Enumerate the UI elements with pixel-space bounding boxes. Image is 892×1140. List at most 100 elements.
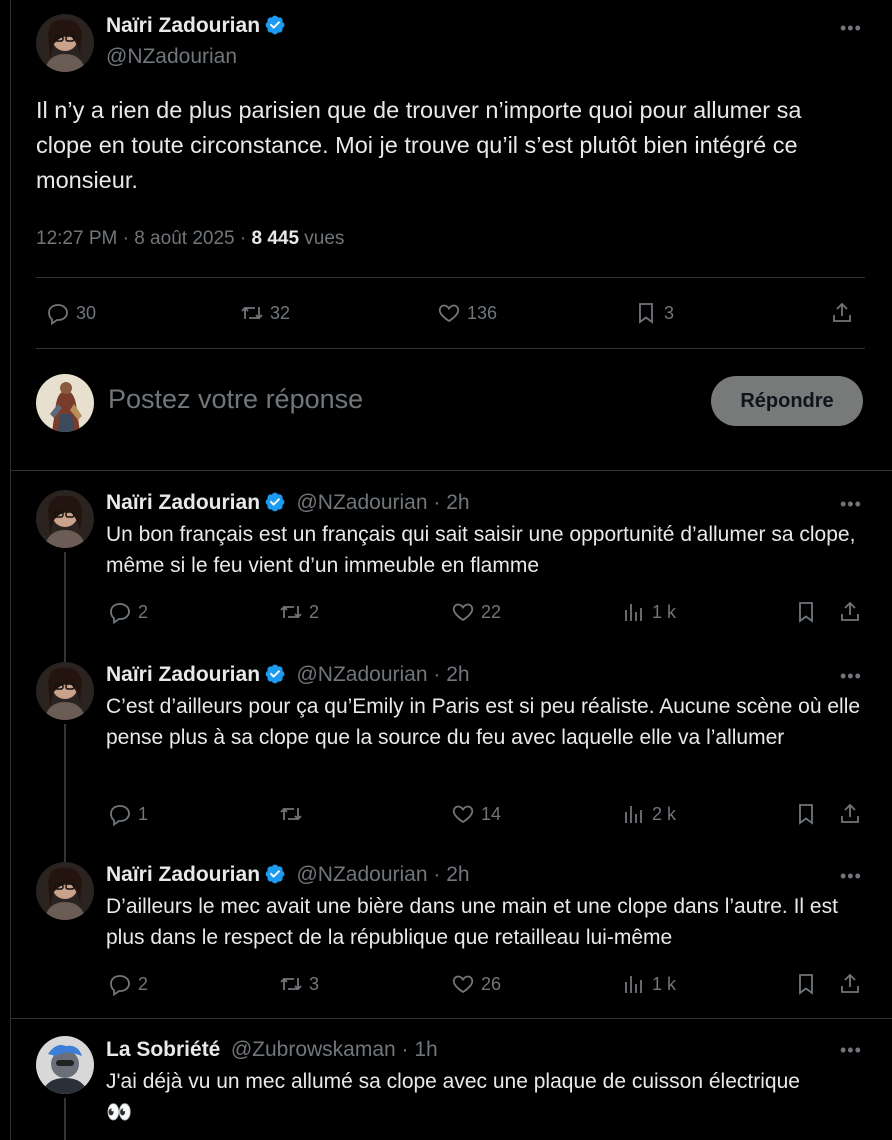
share-icon bbox=[841, 601, 859, 621]
verified-icon bbox=[265, 864, 285, 884]
like-icon bbox=[452, 805, 474, 824]
bookmark-button[interactable] bbox=[794, 600, 824, 624]
reply-header: La Sobriété @Zubrowskaman · 1h bbox=[106, 1038, 438, 1062]
like-count: 22 bbox=[481, 601, 502, 622]
reply-icon bbox=[110, 603, 130, 624]
tweet-time[interactable]: 12:27 PM · 8 août 2025 · bbox=[36, 228, 251, 249]
reply-header: Naïri Zadourian @NZadourian · 2h bbox=[106, 491, 470, 515]
author-name[interactable]: La Sobriété bbox=[106, 1038, 220, 1061]
share-button[interactable] bbox=[838, 802, 868, 826]
reply-text: J'ai déjà vu un mec allumé sa clope avec… bbox=[106, 1066, 866, 1128]
author-handle[interactable]: @Zubrowskaman · 1h bbox=[231, 1038, 438, 1061]
avatar[interactable] bbox=[36, 490, 94, 548]
retweet-icon bbox=[241, 306, 263, 320]
bookmark-count: 3 bbox=[664, 302, 675, 323]
author-handle[interactable]: @NZadourian · 2h bbox=[296, 663, 469, 686]
thread-line bbox=[64, 1098, 66, 1140]
views-count: 8 445 bbox=[251, 228, 300, 249]
retweet-icon bbox=[280, 977, 302, 991]
more-icon[interactable]: ••• bbox=[840, 666, 862, 687]
reply-button[interactable]: 1 bbox=[108, 802, 148, 826]
retweet-button[interactable] bbox=[279, 802, 309, 826]
my-avatar[interactable] bbox=[36, 374, 94, 432]
views-button[interactable]: 1 k bbox=[622, 972, 676, 996]
views-icon bbox=[625, 806, 642, 823]
avatar[interactable] bbox=[36, 14, 94, 72]
more-icon[interactable]: ••• bbox=[840, 1040, 862, 1061]
like-count: 26 bbox=[481, 973, 502, 994]
author-handle[interactable]: @NZadourian bbox=[106, 45, 237, 69]
author-name[interactable]: Naïri Zadourian bbox=[106, 14, 260, 37]
reply-button[interactable]: 30 bbox=[46, 301, 96, 325]
views-icon bbox=[625, 604, 642, 621]
like-button[interactable]: 136 bbox=[437, 301, 497, 325]
like-count: 136 bbox=[467, 302, 498, 323]
bookmark-icon bbox=[799, 974, 813, 995]
divider bbox=[11, 1018, 892, 1019]
share-icon bbox=[833, 302, 851, 322]
bookmark-button[interactable] bbox=[794, 972, 824, 996]
views-button[interactable]: 2 k bbox=[622, 802, 676, 826]
verified-icon bbox=[265, 15, 285, 35]
retweet-button[interactable]: 2 bbox=[279, 600, 319, 624]
reply-text: C’est d’ailleurs pour ça qu’Emily in Par… bbox=[106, 695, 861, 749]
reply-text: Un bon français est un français qui sait… bbox=[106, 523, 856, 577]
avatar[interactable] bbox=[36, 1036, 94, 1094]
retweet-count: 32 bbox=[270, 302, 291, 323]
author-name[interactable]: Naïri Zadourian bbox=[106, 663, 260, 686]
share-icon bbox=[841, 803, 859, 823]
reply-text-content: J'ai déjà vu un mec allumé sa clope avec… bbox=[106, 1070, 800, 1093]
avatar[interactable] bbox=[36, 662, 94, 720]
like-button[interactable]: 22 bbox=[451, 600, 501, 624]
share-icon bbox=[841, 973, 859, 993]
verified-icon bbox=[265, 664, 285, 684]
views-label: vues bbox=[299, 228, 345, 249]
reply-count: 1 bbox=[138, 803, 149, 824]
author-handle[interactable]: @NZadourian · 2h bbox=[296, 491, 469, 514]
views-button[interactable]: 1 k bbox=[622, 600, 676, 624]
like-button[interactable]: 26 bbox=[451, 972, 501, 996]
author-name[interactable]: Naïri Zadourian bbox=[106, 491, 260, 514]
like-icon bbox=[438, 304, 460, 323]
retweet-icon bbox=[280, 807, 302, 821]
like-count: 14 bbox=[481, 803, 502, 824]
retweet-count: 2 bbox=[309, 601, 320, 622]
verified-icon bbox=[265, 492, 285, 512]
bookmark-button[interactable]: 3 bbox=[634, 301, 674, 325]
reply-text: D’ailleurs le mec avait une bière dans u… bbox=[106, 895, 838, 949]
divider bbox=[36, 277, 865, 278]
author-handle[interactable]: @NZadourian · 2h bbox=[296, 863, 469, 886]
retweet-button[interactable]: 3 bbox=[279, 972, 319, 996]
more-icon[interactable]: ••• bbox=[840, 18, 862, 39]
share-button[interactable] bbox=[830, 301, 860, 325]
more-icon[interactable]: ••• bbox=[840, 866, 862, 887]
views-count: 2 k bbox=[652, 803, 677, 824]
eyes-emoji: 👀 bbox=[106, 1101, 133, 1124]
bookmark-icon bbox=[639, 303, 653, 324]
reply-count: 30 bbox=[76, 302, 97, 323]
avatar[interactable] bbox=[36, 862, 94, 920]
reply-submit-button[interactable]: Répondre bbox=[711, 376, 863, 426]
views-count: 1 k bbox=[652, 601, 677, 622]
reply-icon bbox=[48, 304, 68, 325]
thread-line bbox=[64, 724, 66, 862]
bookmark-button[interactable] bbox=[794, 802, 824, 826]
reply-button[interactable]: 2 bbox=[108, 972, 148, 996]
divider bbox=[11, 470, 892, 471]
author-name-row: Naïri Zadourian bbox=[106, 14, 286, 38]
tweet-meta: 12:27 PM · 8 août 2025 · 8 445 vues bbox=[36, 228, 344, 250]
like-button[interactable]: 14 bbox=[451, 802, 501, 826]
author-name[interactable]: Naïri Zadourian bbox=[106, 863, 260, 886]
reply-input[interactable]: Postez votre réponse bbox=[108, 384, 363, 415]
bookmark-icon bbox=[799, 804, 813, 825]
tweet-text: Il n’y a rien de plus parisien que de tr… bbox=[36, 97, 802, 193]
more-icon[interactable]: ••• bbox=[840, 494, 862, 515]
like-icon bbox=[452, 975, 474, 994]
share-button[interactable] bbox=[838, 972, 868, 996]
reply-button[interactable]: 2 bbox=[108, 600, 148, 624]
divider bbox=[36, 348, 865, 349]
share-button[interactable] bbox=[838, 600, 868, 624]
like-icon bbox=[452, 603, 474, 622]
retweet-button[interactable]: 32 bbox=[240, 301, 290, 325]
reply-icon bbox=[110, 975, 130, 996]
